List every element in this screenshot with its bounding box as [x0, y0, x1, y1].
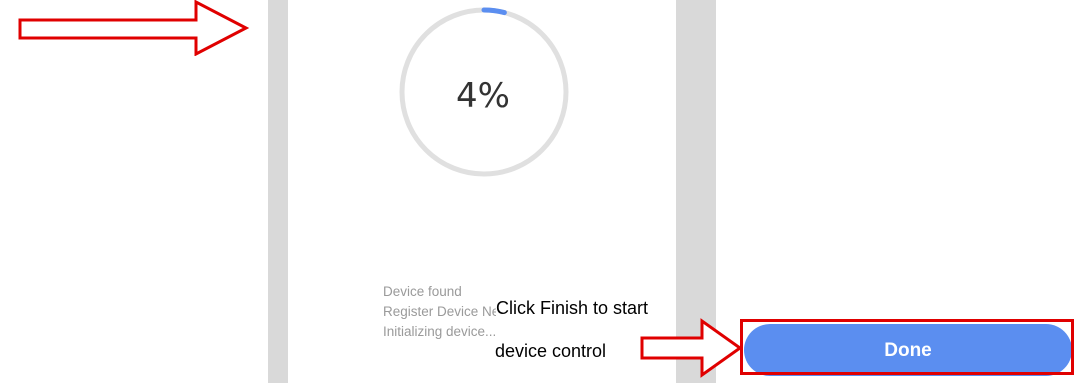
annotation-caption-line2: device control — [495, 341, 607, 361]
annotation-arrow-done-icon — [640, 318, 743, 378]
annotation-arrow-top-icon — [18, 0, 250, 56]
status-line-device-found: Device found — [383, 284, 462, 299]
annotation-caption-line1: Click Finish to start — [496, 298, 649, 319]
status-line-initializing: Initializing device... — [383, 324, 497, 339]
progress-percent-label: 4% — [456, 76, 510, 116]
done-button-highlight-frame — [740, 319, 1074, 375]
